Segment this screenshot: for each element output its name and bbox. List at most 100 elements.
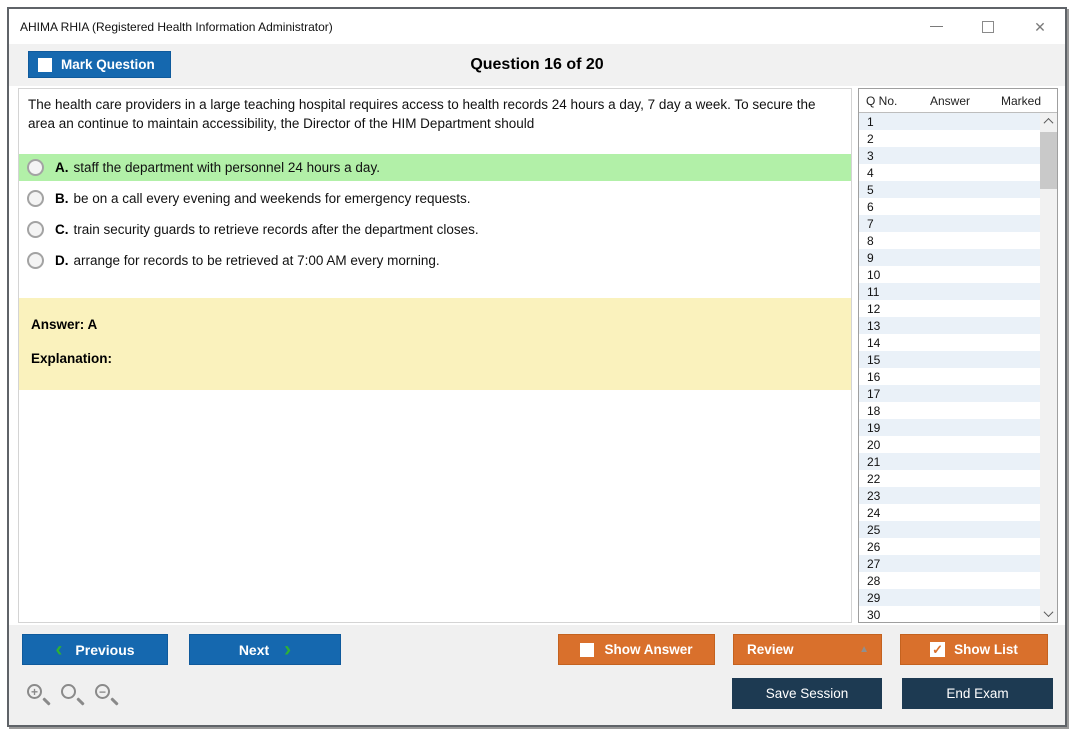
q-no-cell: 8 (867, 233, 874, 248)
q-no-cell: 24 (867, 505, 881, 520)
option-d-letter: D. (55, 253, 69, 269)
q-no-cell: 1 (867, 114, 874, 129)
show-answer-checkbox[interactable] (580, 642, 595, 657)
zoom-toolbar: + − (25, 682, 120, 709)
option-a-radio[interactable] (27, 159, 44, 177)
question-list-body: 1 2 3 4 5 6 7 8 9 10 11 12 13 14 15 16 1… (859, 113, 1057, 622)
question-list-header: Q No. Answer Marked (859, 89, 1057, 113)
zoom-out-button[interactable]: − (93, 682, 120, 709)
question-list-rows: 1 2 3 4 5 6 7 8 9 10 11 12 13 14 15 16 1… (859, 113, 1057, 622)
show-list-label: Show List (954, 642, 1018, 657)
chevron-down-icon (1043, 607, 1054, 618)
option-b-text: be on a call every evening and weekends … (73, 191, 471, 207)
question-list-row[interactable]: 4 (859, 164, 1057, 181)
question-list-row[interactable]: 19 (859, 419, 1057, 436)
answer-label: Answer: A (31, 317, 98, 333)
list-scrollbar[interactable] (1040, 113, 1057, 622)
q-no-cell: 11 (867, 284, 880, 299)
question-list-row[interactable]: 13 (859, 317, 1057, 334)
minimize-button[interactable] (925, 16, 947, 38)
save-session-button[interactable]: Save Session (732, 678, 882, 709)
maximize-button[interactable] (977, 16, 999, 38)
previous-button[interactable]: ‹ Previous (22, 634, 168, 665)
zoom-in-handle (42, 697, 51, 706)
question-list-row[interactable]: 18 (859, 402, 1057, 419)
question-list-row[interactable]: 8 (859, 232, 1057, 249)
question-list-row[interactable]: 16 (859, 368, 1057, 385)
question-list-row[interactable]: 17 (859, 385, 1057, 402)
mark-question-checkbox[interactable] (38, 57, 52, 72)
show-answer-label: Show Answer (604, 642, 693, 657)
question-list-row[interactable]: 12 (859, 300, 1057, 317)
option-b[interactable]: B. be on a call every evening and weeken… (19, 185, 851, 212)
scroll-down-button[interactable] (1040, 605, 1057, 622)
question-list-row[interactable]: 20 (859, 436, 1057, 453)
option-c[interactable]: C. train security guards to retrieve rec… (19, 216, 851, 243)
magnifier-handle (76, 697, 85, 706)
question-text: The health care providers in a large tea… (28, 97, 816, 131)
next-button[interactable]: Next › (189, 634, 341, 665)
zoom-reset-button[interactable] (59, 682, 86, 709)
q-no-cell: 2 (867, 131, 874, 146)
zoom-in-button[interactable]: + (25, 682, 52, 709)
q-no-cell: 27 (867, 556, 881, 571)
end-exam-button[interactable]: End Exam (902, 678, 1053, 709)
scrollbar-thumb[interactable] (1040, 132, 1057, 189)
q-no-cell: 30 (867, 607, 881, 622)
close-button[interactable]: ✕ (1029, 16, 1051, 38)
option-c-letter: C. (55, 222, 69, 238)
question-list-row[interactable]: 11 (859, 283, 1057, 300)
option-a[interactable]: A. staff the department with personnel 2… (19, 154, 851, 182)
mark-question-label: Mark Question (61, 57, 155, 72)
question-list-row[interactable]: 23 (859, 487, 1057, 504)
question-list-row[interactable]: 29 (859, 589, 1057, 606)
q-no-cell: 22 (867, 471, 881, 486)
show-list-checkbox[interactable]: ✓ (930, 642, 946, 657)
q-no-cell: 6 (867, 199, 874, 214)
question-list-row[interactable]: 6 (859, 198, 1057, 215)
scroll-up-button[interactable] (1040, 113, 1057, 130)
col-answer: Answer (929, 93, 970, 108)
magnifier-icon (61, 684, 76, 699)
show-list-button[interactable]: ✓ Show List (900, 634, 1048, 665)
options-list: A. staff the department with personnel 2… (19, 154, 851, 274)
question-list-row[interactable]: 5 (859, 181, 1057, 198)
option-b-letter: B. (55, 191, 69, 207)
question-list-row[interactable]: 26 (859, 538, 1057, 555)
question-list-row[interactable]: 30 (859, 606, 1057, 622)
q-no-cell: 12 (867, 301, 881, 316)
q-no-cell: 10 (867, 267, 881, 282)
option-d[interactable]: D. arrange for records to be retrieved a… (19, 247, 851, 274)
mark-question-button[interactable]: Mark Question (28, 51, 171, 78)
question-list-row[interactable]: 3 (859, 147, 1057, 164)
q-no-cell: 7 (867, 216, 874, 231)
option-d-text: arrange for records to be retrieved at 7… (73, 253, 440, 269)
window-controls: ✕ (925, 9, 1051, 44)
question-list-row[interactable]: 21 (859, 453, 1057, 470)
chevron-left-icon: ‹ (55, 638, 63, 661)
app-window: AHIMA RHIA (Registered Health Informatio… (7, 7, 1067, 727)
footer-bar: ‹ Previous Next › Show Answer Review ▲ ✓… (9, 625, 1065, 725)
question-list-row[interactable]: 15 (859, 351, 1057, 368)
answer-explanation-box: Answer: A Explanation: (19, 298, 851, 391)
option-b-radio[interactable] (27, 190, 44, 208)
caret-up-icon: ▲ (859, 644, 869, 655)
show-answer-button[interactable]: Show Answer (558, 634, 715, 665)
previous-label: Previous (75, 641, 135, 658)
option-d-radio[interactable] (27, 252, 44, 270)
question-list-row[interactable]: 9 (859, 249, 1057, 266)
question-list-row[interactable]: 2 (859, 130, 1057, 147)
question-list-row[interactable]: 1 (859, 113, 1057, 130)
question-list-row[interactable]: 28 (859, 572, 1057, 589)
question-list-row[interactable]: 24 (859, 504, 1057, 521)
title-bar: AHIMA RHIA (Registered Health Informatio… (9, 9, 1065, 44)
question-list-row[interactable]: 14 (859, 334, 1057, 351)
question-list-row[interactable]: 27 (859, 555, 1057, 572)
question-list-row[interactable]: 7 (859, 215, 1057, 232)
question-list-row[interactable]: 25 (859, 521, 1057, 538)
question-list-row[interactable]: 22 (859, 470, 1057, 487)
review-dropdown-button[interactable]: Review ▲ (733, 634, 882, 665)
maximize-icon (982, 20, 994, 33)
option-c-radio[interactable] (27, 221, 44, 239)
question-list-row[interactable]: 10 (859, 266, 1057, 283)
